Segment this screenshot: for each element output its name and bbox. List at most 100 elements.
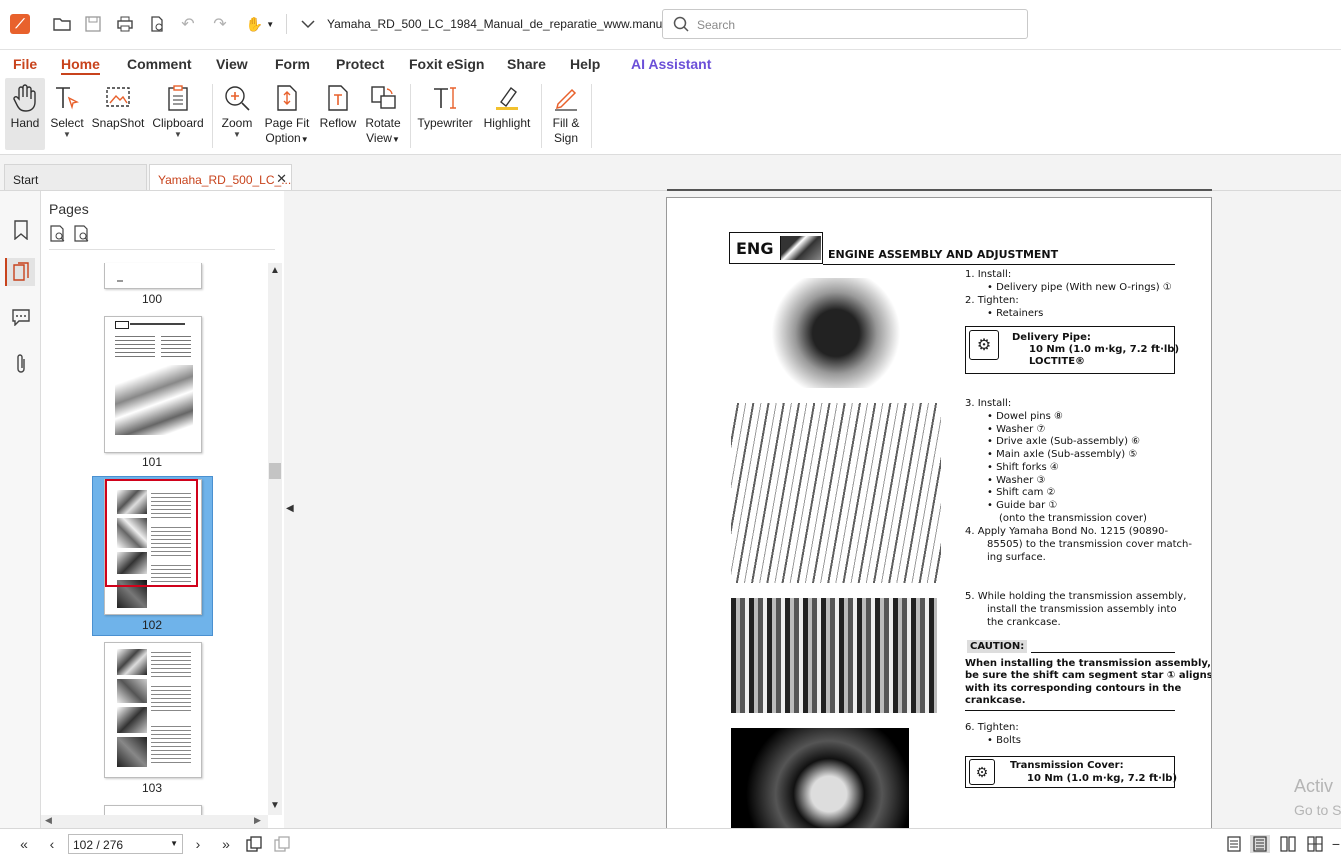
document-properties-icon[interactable]	[145, 12, 169, 36]
hand-tool-button[interactable]: Hand	[5, 78, 45, 150]
clipboard-button[interactable]: Clipboard ▼	[150, 78, 206, 139]
page-number-input[interactable]: 102 / 276 ▼	[68, 834, 183, 854]
caution-rule	[1031, 652, 1175, 653]
hand-tool-dropdown-icon[interactable]: ✋ ▼	[244, 12, 276, 36]
next-page-icon[interactable]: ›	[188, 835, 208, 853]
fill-sign-button[interactable]: Fill & Sign	[547, 78, 585, 146]
scroll-down-icon[interactable]: ▼	[270, 800, 280, 811]
last-page-icon[interactable]: »	[216, 835, 236, 853]
redo-icon[interactable]: ↷	[208, 12, 232, 36]
rotate-view-button[interactable]: Rotate View▼	[362, 78, 404, 147]
first-page-icon[interactable]: «	[14, 835, 34, 853]
page-zoom-in-icon[interactable]	[73, 225, 91, 243]
caution-text: When installing the transmission assembl…	[965, 658, 1211, 669]
page-zoom-out-icon[interactable]	[49, 225, 67, 243]
clipboard-label: Clipboard	[152, 116, 204, 130]
zoom-out-icon[interactable]: −	[1331, 835, 1341, 853]
facing-view-icon[interactable]	[1278, 835, 1298, 853]
step-1-item: • Delivery pipe (With new O-rings) ①	[987, 282, 1172, 293]
menu-file[interactable]: File	[13, 56, 37, 72]
torque-box-loctite: LOCTITE®	[1029, 356, 1086, 367]
continuous-facing-view-icon[interactable]	[1305, 835, 1325, 853]
step-5-cont: the crankcase.	[987, 617, 1061, 628]
tab-document[interactable]: Yamaha_RD_500_LC_... ✕	[149, 164, 292, 190]
page-thumbnail-103[interactable]	[104, 642, 202, 778]
continuous-view-icon[interactable]	[1250, 835, 1270, 853]
step-5: 5. While holding the transmission assemb…	[965, 591, 1187, 602]
scroll-up-icon[interactable]: ▲	[270, 265, 280, 276]
select-text-icon	[51, 82, 83, 114]
scroll-left-icon[interactable]: ◀	[45, 815, 52, 826]
menu-form[interactable]: Form	[275, 56, 310, 72]
single-page-view-icon[interactable]	[1224, 835, 1244, 853]
highlighter-icon	[491, 82, 523, 114]
typewriter-icon	[429, 82, 461, 114]
menu-home[interactable]: Home	[61, 56, 100, 75]
step-3-item: • Washer ⑦	[987, 424, 1046, 435]
search-placeholder: Search	[697, 18, 736, 32]
print-icon[interactable]	[113, 12, 137, 36]
zoom-caret-icon: ▼	[233, 130, 241, 139]
menu-help[interactable]: Help	[570, 56, 600, 72]
menu-view[interactable]: View	[216, 56, 248, 72]
comments-icon[interactable]	[7, 303, 35, 331]
menu-foxit-esign[interactable]: Foxit eSign	[409, 56, 484, 72]
menu-protect[interactable]: Protect	[336, 56, 384, 72]
fill-sign-label-2: Sign	[553, 131, 579, 145]
highlight-label: Highlight	[483, 116, 531, 130]
search-input[interactable]: Search	[662, 9, 1028, 39]
eng-header-tag: ENG	[736, 239, 774, 258]
caution-text: crankcase.	[965, 695, 1026, 706]
next-view-icon[interactable]	[272, 835, 292, 853]
tab-start[interactable]: Start	[4, 164, 147, 190]
collapse-panel-handle[interactable]: ◀	[284, 191, 296, 828]
select-label: Select	[50, 116, 84, 130]
document-title: Yamaha_RD_500_LC_1984_Manual_de_reparati…	[327, 17, 696, 31]
highlight-button[interactable]: Highlight	[480, 78, 534, 131]
chevron-down-icon[interactable]	[296, 12, 320, 36]
pages-panel-icon[interactable]	[5, 258, 35, 286]
rotate-caret-icon: ▼	[391, 135, 400, 144]
search-icon	[673, 16, 689, 37]
select-tool-button[interactable]: Select ▼	[49, 78, 85, 139]
hand-label: Hand	[10, 116, 40, 130]
ribbon-separator	[591, 84, 592, 148]
save-icon[interactable]	[81, 12, 105, 36]
pages-vertical-scrollbar[interactable]: ▲ ▼	[268, 263, 282, 815]
typewriter-button[interactable]: Typewriter	[416, 78, 474, 131]
close-tab-icon[interactable]: ✕	[276, 171, 287, 187]
pages-horizontal-scrollbar[interactable]: ◀ ▶	[41, 815, 268, 828]
menu-share[interactable]: Share	[507, 56, 546, 72]
attachment-icon[interactable]	[7, 350, 35, 378]
open-folder-icon[interactable]	[50, 12, 74, 36]
step-5-cont: install the transmission assembly into	[987, 604, 1177, 615]
step-6: 6. Tighten:	[965, 722, 1019, 733]
ribbon-separator	[410, 84, 411, 148]
snapshot-button[interactable]: SnapShot	[91, 78, 145, 131]
page-thumbnail-101[interactable]	[104, 316, 202, 453]
page-fit-caret-icon: ▼	[300, 135, 309, 144]
step-6-item: • Bolts	[987, 735, 1021, 746]
zoom-button[interactable]: Zoom ▼	[219, 78, 255, 139]
current-view-frame	[105, 479, 198, 587]
page-dropdown-caret-icon[interactable]: ▼	[170, 839, 178, 848]
scroll-right-icon[interactable]: ▶	[254, 815, 261, 826]
scrollbar-thumb[interactable]	[269, 463, 281, 479]
undo-icon[interactable]: ↶	[176, 12, 200, 36]
pages-panel-title: Pages	[49, 201, 89, 217]
previous-view-icon[interactable]	[244, 835, 264, 853]
page-thumbnail-100[interactable]	[104, 263, 202, 289]
snapshot-icon	[102, 82, 134, 114]
hand-icon	[9, 82, 41, 114]
menu-ai-assistant[interactable]: AI Assistant	[631, 56, 711, 72]
menu-comment[interactable]: Comment	[127, 56, 192, 72]
page-fit-option-button[interactable]: Page Fit Option▼	[262, 78, 312, 147]
step-2-item: • Retainers	[987, 308, 1044, 319]
previous-page-icon[interactable]: ‹	[42, 835, 62, 853]
bookmark-icon[interactable]	[7, 216, 35, 244]
step-3-note: (onto the transmission cover)	[999, 513, 1147, 524]
caution-text: with its corresponding contours in the	[965, 683, 1182, 694]
document-page[interactable]: ENG ENGINE ASSEMBLY AND ADJUSTMENT 1. In…	[666, 197, 1212, 837]
torque-box-value: 10 Nm (1.0 m·kg, 7.2 ft·lb)	[1029, 344, 1180, 355]
reflow-button[interactable]: Reflow	[318, 78, 358, 131]
